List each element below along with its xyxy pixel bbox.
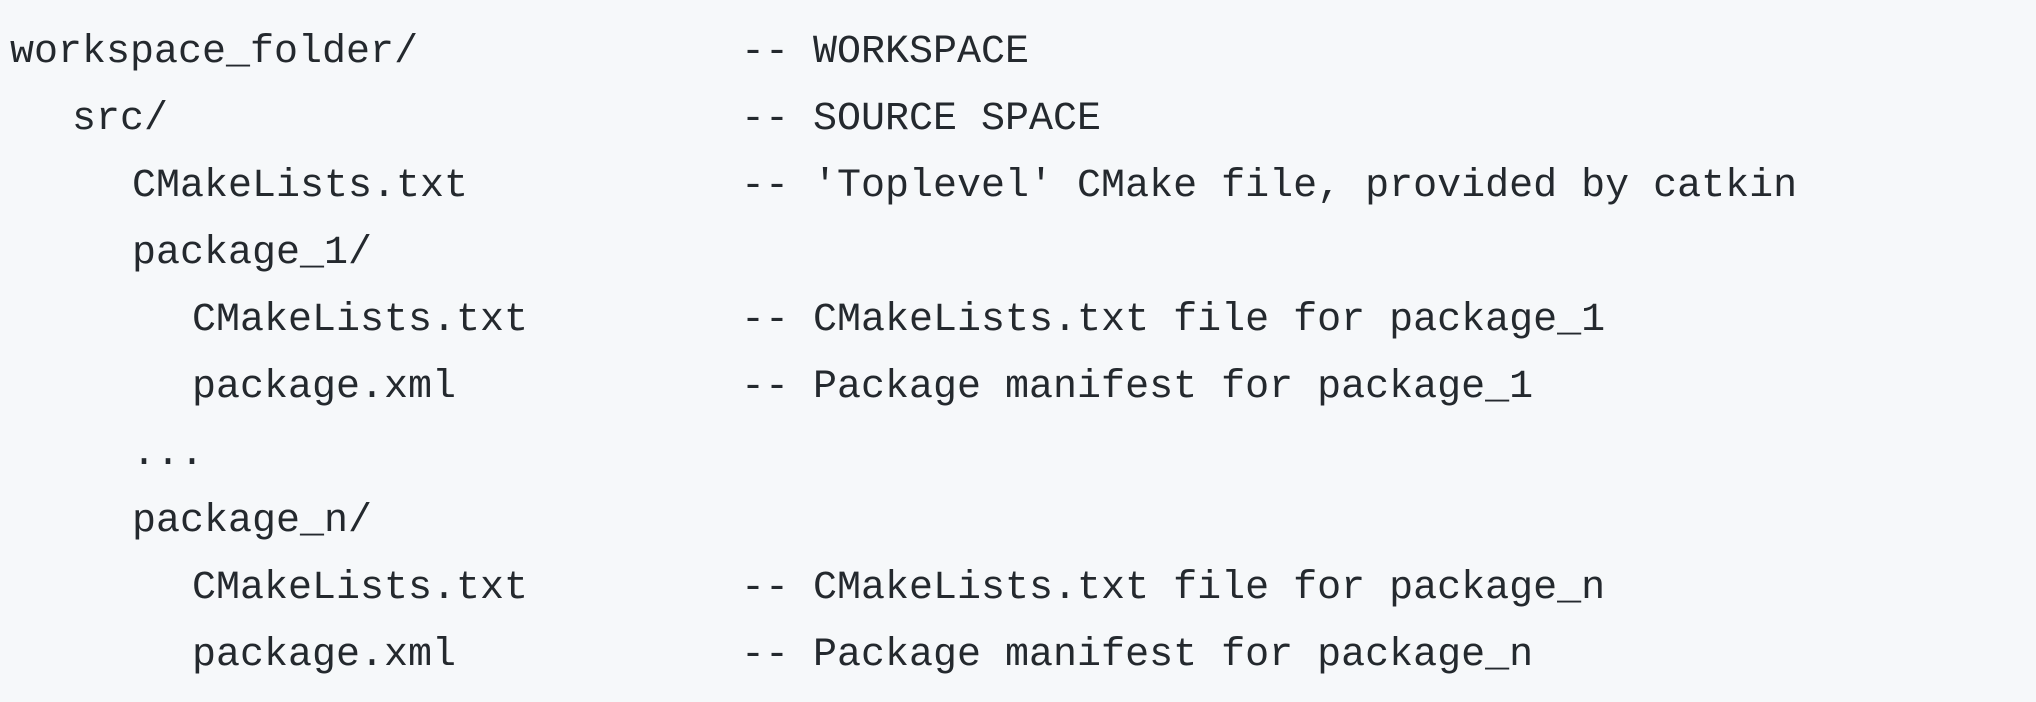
entry-name: package_n/	[132, 499, 373, 544]
tree-line-package-n: package_n/	[0, 499, 2036, 566]
entry-comment: -- Package manifest for package_n	[741, 633, 1534, 678]
tree-line-workspace-folder: workspace_folder/ -- WORKSPACE	[0, 30, 2036, 97]
entry-name: package.xml	[192, 633, 457, 678]
entry-name: src/	[72, 97, 169, 142]
code-block: workspace_folder/ -- WORKSPACE src/ -- S…	[0, 0, 2036, 702]
tree-line-package-n-manifest: package.xml -- Package manifest for pack…	[0, 633, 2036, 700]
entry-name: ...	[132, 432, 205, 477]
entry-comment: -- WORKSPACE	[741, 30, 1030, 75]
tree-line-toplevel-cmakelists: CMakeLists.txt -- 'Toplevel' CMake file,…	[0, 164, 2036, 231]
entry-comment: -- SOURCE SPACE	[741, 97, 1102, 142]
tree-line-package-1: package_1/	[0, 231, 2036, 298]
tree-line-package-n-cmakelists: CMakeLists.txt -- CMakeLists.txt file fo…	[0, 566, 2036, 633]
entry-name: CMakeLists.txt	[192, 566, 529, 611]
entry-comment: -- Package manifest for package_1	[741, 365, 1534, 410]
entry-name: package.xml	[192, 365, 457, 410]
entry-name: CMakeLists.txt	[132, 164, 469, 209]
entry-name: workspace_folder/	[10, 30, 419, 75]
entry-name: package_1/	[132, 231, 373, 276]
tree-line-package-1-manifest: package.xml -- Package manifest for pack…	[0, 365, 2036, 432]
tree-line-src: src/ -- SOURCE SPACE	[0, 97, 2036, 164]
tree-line-ellipsis: ...	[0, 432, 2036, 499]
tree-line-package-1-cmakelists: CMakeLists.txt -- CMakeLists.txt file fo…	[0, 298, 2036, 365]
entry-name: CMakeLists.txt	[192, 298, 529, 343]
entry-comment: -- 'Toplevel' CMake file, provided by ca…	[741, 164, 1798, 209]
entry-comment: -- CMakeLists.txt file for package_1	[741, 298, 1606, 343]
entry-comment: -- CMakeLists.txt file for package_n	[741, 566, 1606, 611]
